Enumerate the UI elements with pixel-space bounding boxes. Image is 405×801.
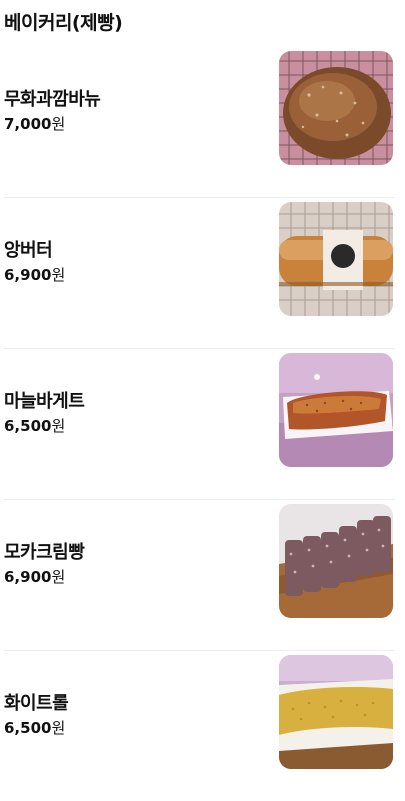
white-roll-photo[interactable] xyxy=(279,655,393,769)
price-unit: 원 xyxy=(51,568,66,586)
menu-item-fig-campagne[interactable]: 무화과깜바뉴 7,000원 xyxy=(4,47,395,198)
price-unit: 원 xyxy=(51,719,66,737)
price-value: 6,500 xyxy=(4,417,52,435)
price-value: 7,000 xyxy=(4,115,52,133)
menu-item-price: 6,900원 xyxy=(4,264,65,285)
price-unit: 원 xyxy=(51,266,66,284)
mocha-cream-bread-photo[interactable] xyxy=(279,504,393,618)
menu-item-name: 앙버터 xyxy=(4,240,53,261)
fig-campagne-photo[interactable] xyxy=(279,51,393,165)
menu-item-price: 7,000원 xyxy=(4,113,65,134)
price-unit: 원 xyxy=(51,115,66,133)
price-value: 6,500 xyxy=(4,719,52,737)
menu-item-name: 마늘바게트 xyxy=(4,391,85,412)
menu-item-name: 모카크림빵 xyxy=(4,542,85,563)
menu-item-price: 6,500원 xyxy=(4,717,65,738)
price-unit: 원 xyxy=(51,417,66,435)
menu-item-price: 6,500원 xyxy=(4,415,65,436)
section-title: 베이커리(제빵) xyxy=(4,12,123,34)
price-value: 6,900 xyxy=(4,266,52,284)
menu-item-name: 화이트롤 xyxy=(4,693,69,714)
anbutter-photo[interactable] xyxy=(279,202,393,316)
menu-item-mocha-cream-bread[interactable]: 모카크림빵 6,900원 xyxy=(4,500,395,651)
garlic-baguette-photo[interactable] xyxy=(279,353,393,467)
menu-list: 무화과깜바뉴 7,000원 앙버터 6,900원 마늘바게트 6,500원 모카… xyxy=(0,47,405,801)
menu-item-name: 무화과깜바뉴 xyxy=(4,89,101,110)
menu-item-anbutter[interactable]: 앙버터 6,900원 xyxy=(4,198,395,349)
menu-item-white-roll[interactable]: 화이트롤 6,500원 xyxy=(4,651,395,801)
menu-item-garlic-baguette[interactable]: 마늘바게트 6,500원 xyxy=(4,349,395,500)
menu-item-price: 6,900원 xyxy=(4,566,65,587)
price-value: 6,900 xyxy=(4,568,52,586)
